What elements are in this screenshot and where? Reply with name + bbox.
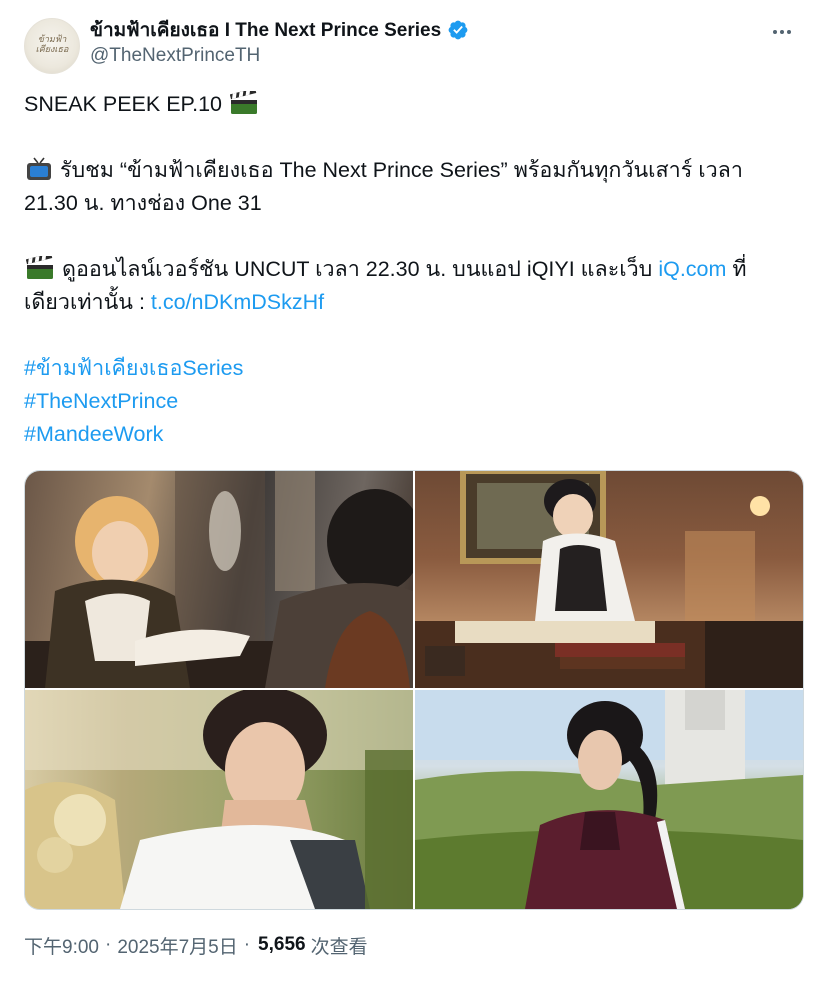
more-options-button[interactable] <box>764 20 800 44</box>
photo-2-illustration <box>415 471 803 688</box>
media-photo-2[interactable] <box>415 471 803 688</box>
link-iq-com[interactable]: iQ.com <box>658 257 726 281</box>
text-line: รับชม “ข้ามฟ้าเคียงเธอ The Next Prince S… <box>24 154 800 187</box>
clapperboard-icon <box>229 91 257 114</box>
views-label: 次查看 <box>310 936 368 958</box>
photo-3-illustration <box>25 690 413 909</box>
text-broadcast-1: รับชม “ข้ามฟ้าเคียงเธอ The Next Prince S… <box>59 158 743 182</box>
text-line: เดียวเท่านั้น : t.co/nDKmDSkzHf <box>24 286 800 319</box>
tweet-metadata: 下午9:00 · 2025年7月5日 · 5,656 次查看 <box>24 932 368 958</box>
more-dot-icon <box>780 30 784 34</box>
separator: · <box>104 934 112 955</box>
more-dot-icon <box>787 30 791 34</box>
more-dot-icon <box>773 30 777 34</box>
avatar-logo: ข้ามฟ้า เคียงเธอ <box>35 35 69 55</box>
tweet-text: SNEAK PEEK EP.10 รับชม “ข้ามฟ้าเคียงเธอ … <box>24 88 800 451</box>
hashtag-link[interactable]: #TheNextPrince <box>24 385 800 418</box>
photo-4-illustration <box>415 690 803 909</box>
post-time[interactable]: 下午9:00 <box>24 932 99 959</box>
avatar[interactable]: ข้ามฟ้า เคียงเธอ <box>24 18 80 74</box>
user-handle[interactable]: @TheNextPrinceTH <box>90 45 260 67</box>
text-line: ดูออนไลน์เวอร์ชัน UNCUT เวลา 22.30 น. บน… <box>24 253 800 286</box>
media-photo-1[interactable] <box>25 471 413 688</box>
text-line: SNEAK PEEK EP.10 <box>24 88 800 121</box>
television-icon <box>27 157 51 180</box>
photo-1-illustration <box>25 471 413 688</box>
separator: · <box>243 934 251 955</box>
media-photo-3[interactable] <box>25 690 413 909</box>
clapperboard-icon <box>26 256 53 279</box>
text-online-1-end: ที่ <box>726 257 747 281</box>
post-date[interactable]: 2025年7月5日 <box>117 932 237 959</box>
text-online-1: ดูออนไลน์เวอร์ชัน UNCUT เวลา 22.30 น. บน… <box>61 257 659 281</box>
hashtag-link[interactable]: #ข้ามฟ้าเคียงเธอSeries <box>24 352 800 385</box>
text-line: 21.30 น. ทางช่อง One 31 <box>24 187 800 220</box>
display-name[interactable]: ข้ามฟ้าเคียงเธอ I The Next Prince Series <box>90 15 441 45</box>
tweet-header: ข้ามฟ้า เคียงเธอ ข้ามฟ้าเคียงเธอ I The N… <box>24 14 800 74</box>
media-photo-4[interactable] <box>415 690 803 909</box>
hashtag-link[interactable]: #MandeeWork <box>24 418 800 451</box>
tweet: ข้ามฟ้า เคียงเธอ ข้ามฟ้าเคียงเธอ I The N… <box>0 0 824 982</box>
media-grid <box>24 470 804 910</box>
verified-badge-icon[interactable] <box>447 19 469 41</box>
views-count: 5,656 <box>258 934 306 955</box>
text-online-2: เดียวเท่านั้น : <box>24 290 151 314</box>
link-short-url[interactable]: t.co/nDKmDSkzHf <box>151 290 324 314</box>
text-sneak-peek: SNEAK PEEK EP.10 <box>24 92 222 116</box>
name-row: ข้ามฟ้าเคียงเธอ I The Next Prince Series <box>90 16 469 44</box>
text-broadcast-2: 21.30 น. ทางช่อง One 31 <box>24 191 262 215</box>
